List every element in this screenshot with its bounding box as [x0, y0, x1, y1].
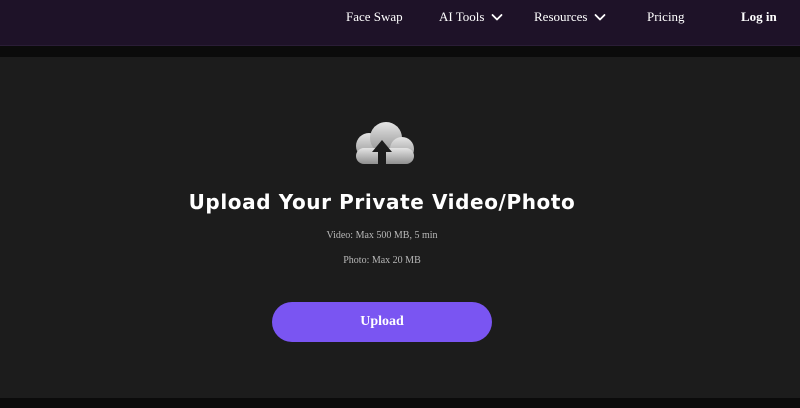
- nav-item-resources[interactable]: Resources: [534, 9, 607, 25]
- cloud-upload-icon: [356, 122, 414, 164]
- top-navbar: Face Swap AI Tools Resources Pricing Log…: [0, 0, 800, 46]
- nav-item-ai-tools[interactable]: AI Tools: [439, 9, 504, 25]
- photo-limit-text: Photo: Max 20 MB: [343, 255, 421, 266]
- nav-item-label: AI Tools: [439, 9, 485, 24]
- login-link[interactable]: Log in: [741, 9, 777, 25]
- page-background-strip: [0, 398, 800, 408]
- nav-item-pricing[interactable]: Pricing: [647, 9, 685, 25]
- nav-item-face-swap[interactable]: Face Swap: [346, 9, 403, 25]
- video-limit-text: Video: Max 500 MB, 5 min: [326, 230, 438, 241]
- nav-item-label: Pricing: [647, 9, 685, 24]
- upload-panel: [0, 57, 800, 398]
- upload-button[interactable]: Upload: [272, 302, 492, 342]
- nav-item-label: Resources: [534, 9, 588, 24]
- page-background-strip: [0, 46, 800, 57]
- chevron-down-icon: [492, 14, 503, 21]
- login-label: Log in: [741, 9, 777, 24]
- upload-title: Upload Your Private Video/Photo: [188, 190, 576, 214]
- nav-item-label: Face Swap: [346, 9, 403, 24]
- chevron-down-icon: [595, 14, 606, 21]
